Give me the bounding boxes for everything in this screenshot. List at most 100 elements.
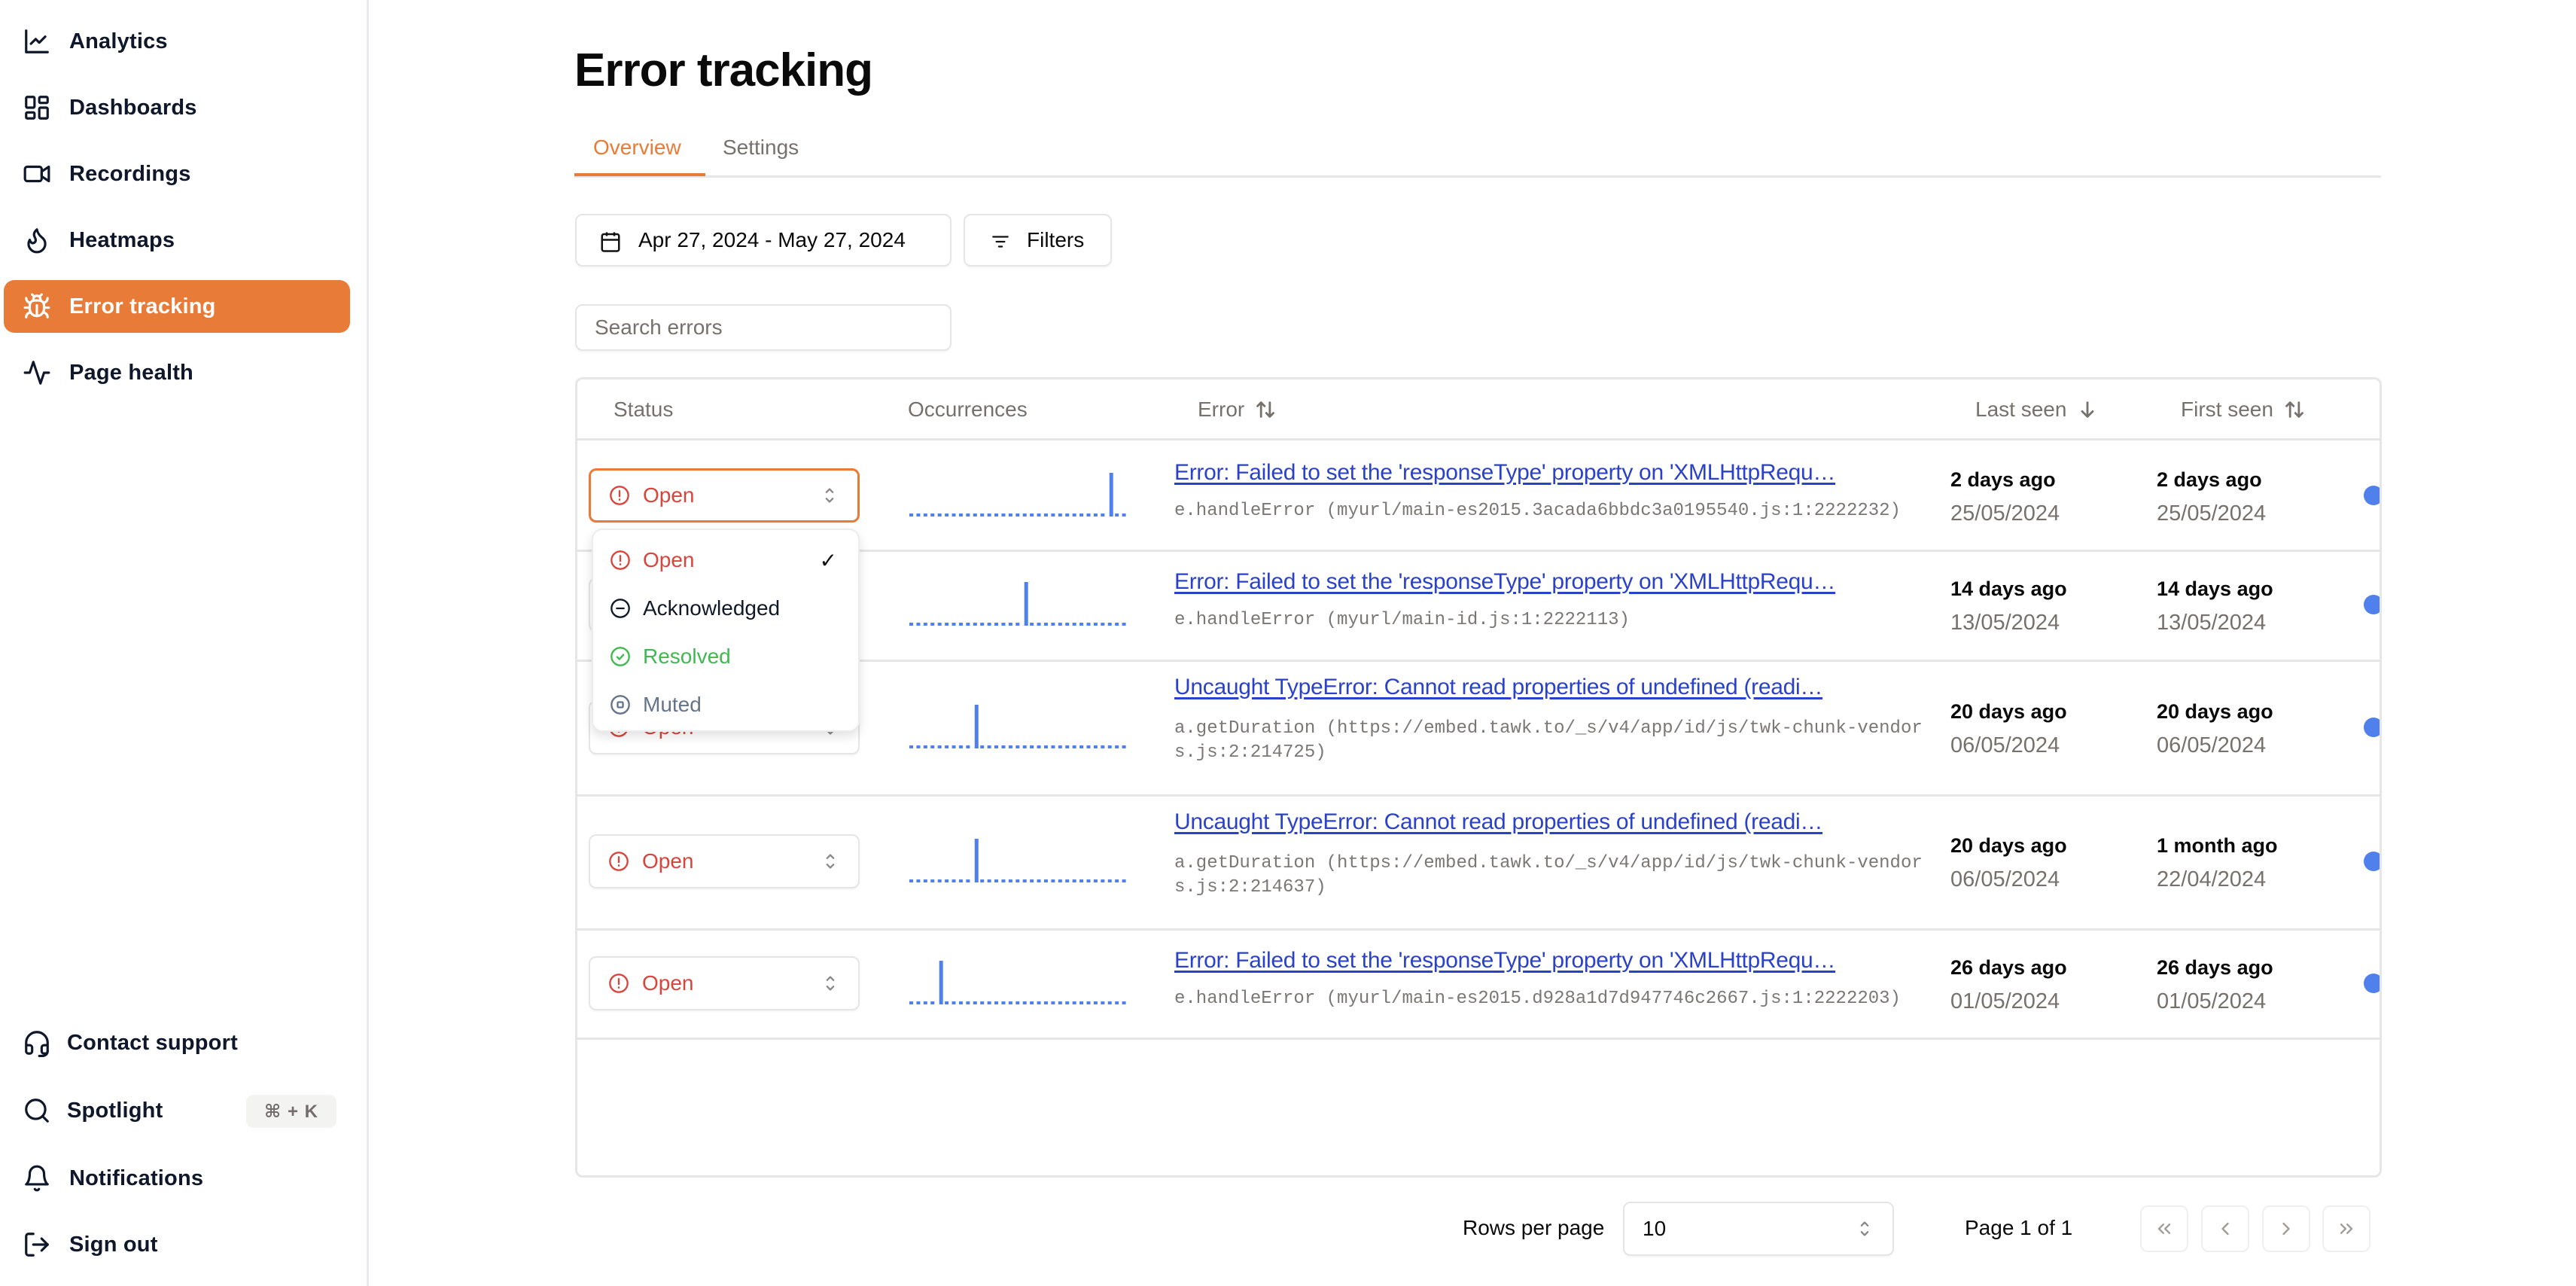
- last-seen-relative: 14 days ago: [1950, 577, 2067, 600]
- error-stack-trace: e.handleError (myurl/main-es2015.d928a1d…: [1174, 989, 1901, 1009]
- sidebar-item-sign-out[interactable]: Sign out: [4, 1218, 350, 1271]
- status-option-acknowledged[interactable]: Acknowledged: [593, 586, 858, 631]
- column-header-error[interactable]: Error: [1198, 398, 1276, 422]
- chevron-up-down-icon: [826, 975, 835, 991]
- status-option-muted[interactable]: Muted: [593, 682, 858, 727]
- minus-circle-icon: [611, 599, 630, 618]
- error-stack-trace: a.getDuration (https://embed.tawk.to/_s/…: [1174, 853, 1923, 897]
- column-header-last-seen[interactable]: Last seen: [1975, 398, 2098, 422]
- search-errors-input[interactable]: [575, 304, 952, 351]
- sparkline-bin-dot: [1122, 745, 1126, 748]
- rows-per-page-label: Rows per page: [1463, 1216, 1605, 1239]
- sparkline-bin-dot: [1030, 879, 1034, 882]
- sparkline-bin-dot: [916, 879, 921, 882]
- first-seen-relative: 2 days ago: [2157, 468, 2262, 491]
- sparkline-bin-dot: [945, 513, 949, 517]
- filters-label: Filters: [1027, 228, 1085, 251]
- sparkline-bin-dot: [1015, 513, 1020, 517]
- error-title-link[interactable]: Error: Failed to set the 'responseType' …: [1174, 948, 1927, 974]
- previous-page-button[interactable]: [2201, 1205, 2249, 1252]
- table-row: Open Uncaught TypeError: Cannot read prop…: [577, 794, 2380, 928]
- status-option-open[interactable]: Open ✓: [593, 538, 858, 583]
- status-option-label: Open: [643, 548, 695, 571]
- last-page-button[interactable]: [2322, 1205, 2370, 1252]
- sparkline-bin-dot: [1008, 623, 1012, 626]
- sidebar-item-notifications[interactable]: Notifications: [4, 1152, 350, 1205]
- sparkline-bin-dot: [1058, 879, 1062, 882]
- sidebar: Analytics Dashboards Recordings Heatmaps…: [0, 0, 369, 1286]
- sparkline-spike-bar: [974, 839, 979, 882]
- rows-per-page-select[interactable]: 10: [1623, 1202, 1894, 1256]
- flame-icon: [22, 225, 52, 255]
- sparkline-bin-dot: [1037, 513, 1041, 517]
- sort-descending-icon: [2081, 401, 2094, 418]
- sparkline-bin-dot: [1093, 879, 1098, 882]
- sidebar-item-dashboards[interactable]: Dashboards: [4, 81, 350, 134]
- sparkline-bin-dot: [966, 623, 970, 626]
- sparkline-bin-dot: [987, 623, 991, 626]
- bell-icon: [22, 1163, 52, 1193]
- sparkline-bin-dot: [923, 745, 927, 748]
- next-page-button[interactable]: [2262, 1205, 2310, 1252]
- sidebar-item-label: Analytics: [69, 29, 168, 53]
- sparkline-bin-dot: [966, 745, 970, 748]
- status-select[interactable]: Open: [589, 468, 860, 523]
- sidebar-item-analytics[interactable]: Analytics: [4, 15, 350, 68]
- occurrences-sparkline: [909, 582, 1126, 626]
- sparkline-bin-dot: [1079, 623, 1084, 626]
- sidebar-item-contact-support[interactable]: Contact support: [4, 1016, 350, 1069]
- error-stack-trace: e.handleError (myurl/main-es2015.3acada6…: [1174, 501, 1901, 521]
- stop-circle-icon: [611, 695, 630, 715]
- first-page-button[interactable]: [2140, 1205, 2188, 1252]
- chevron-up-down-icon: [1860, 1221, 1869, 1236]
- sparkline-bin-dot: [1101, 1001, 1105, 1004]
- column-header-first-seen[interactable]: First seen: [2181, 398, 2305, 422]
- error-title-link[interactable]: Uncaught TypeError: Cannot read properti…: [1174, 809, 1927, 835]
- status-option-resolved[interactable]: Resolved: [593, 634, 858, 679]
- error-title-link[interactable]: Uncaught TypeError: Cannot read properti…: [1174, 675, 1927, 700]
- error-title-link[interactable]: Error: Failed to set the 'responseType' …: [1174, 460, 1927, 486]
- sparkline-bin-dot: [987, 745, 991, 748]
- filters-button[interactable]: Filters: [964, 214, 1112, 267]
- dashboard-grid-icon: [22, 93, 52, 123]
- sparkline-bin-dot: [952, 513, 956, 517]
- sparkline-bin-dot: [1115, 513, 1119, 517]
- sparkline-bin-dot: [1015, 879, 1020, 882]
- sparkline-bin-dot: [923, 513, 927, 517]
- occurrences-sparkline: [909, 839, 1126, 882]
- sparkline-bin-dot: [1122, 513, 1126, 517]
- sparkline-spike-bar: [974, 704, 979, 748]
- date-range-label: Apr 27, 2024 - May 27, 2024: [638, 228, 906, 251]
- tab-settings[interactable]: Settings: [723, 136, 799, 160]
- last-seen-relative: 2 days ago: [1950, 468, 2056, 491]
- first-seen-relative: 26 days ago: [2157, 955, 2273, 979]
- sparkline-bin-dot: [1037, 745, 1041, 748]
- sidebar-item-spotlight[interactable]: Spotlight ⌘ + K: [4, 1084, 350, 1137]
- sidebar-item-recordings[interactable]: Recordings: [4, 148, 350, 200]
- sparkline-bin-dot: [958, 879, 963, 882]
- sparkline-bin-dot: [1051, 623, 1055, 626]
- sparkline-bin-dot: [1072, 513, 1076, 517]
- error-stack-trace: a.getDuration (https://embed.tawk.to/_s/…: [1174, 718, 1923, 763]
- sparkline-bin-dot: [958, 1001, 963, 1004]
- sparkline-bin-dot: [1022, 879, 1027, 882]
- column-header-occurrences: Occurrences: [908, 398, 1028, 422]
- alert-circle-icon: [609, 852, 629, 871]
- status-select[interactable]: Open: [589, 955, 860, 1010]
- sparkline-bin-dot: [1086, 879, 1091, 882]
- sidebar-item-error-tracking[interactable]: Error tracking: [4, 280, 350, 333]
- status-select[interactable]: Open: [589, 834, 860, 888]
- error-title-link[interactable]: Error: Failed to set the 'responseType' …: [1174, 569, 1927, 595]
- sparkline-bin-dot: [1086, 623, 1091, 626]
- sidebar-item-page-health[interactable]: Page health: [4, 346, 350, 399]
- sort-both-icon: [2285, 401, 2303, 418]
- date-range-picker-button[interactable]: Apr 27, 2024 - May 27, 2024: [575, 214, 952, 267]
- error-stack-trace: e.handleError (myurl/main-id.js:1:222211…: [1174, 610, 1630, 630]
- sparkline-bin-dot: [1058, 513, 1062, 517]
- tab-overview[interactable]: Overview: [593, 136, 681, 160]
- sparkline-bin-dot: [1051, 1001, 1055, 1004]
- sidebar-item-heatmaps[interactable]: Heatmaps: [4, 214, 350, 267]
- sparkline-bin-dot: [945, 623, 949, 626]
- sparkline-bin-dot: [952, 879, 956, 882]
- sparkline-bin-dot: [909, 513, 913, 517]
